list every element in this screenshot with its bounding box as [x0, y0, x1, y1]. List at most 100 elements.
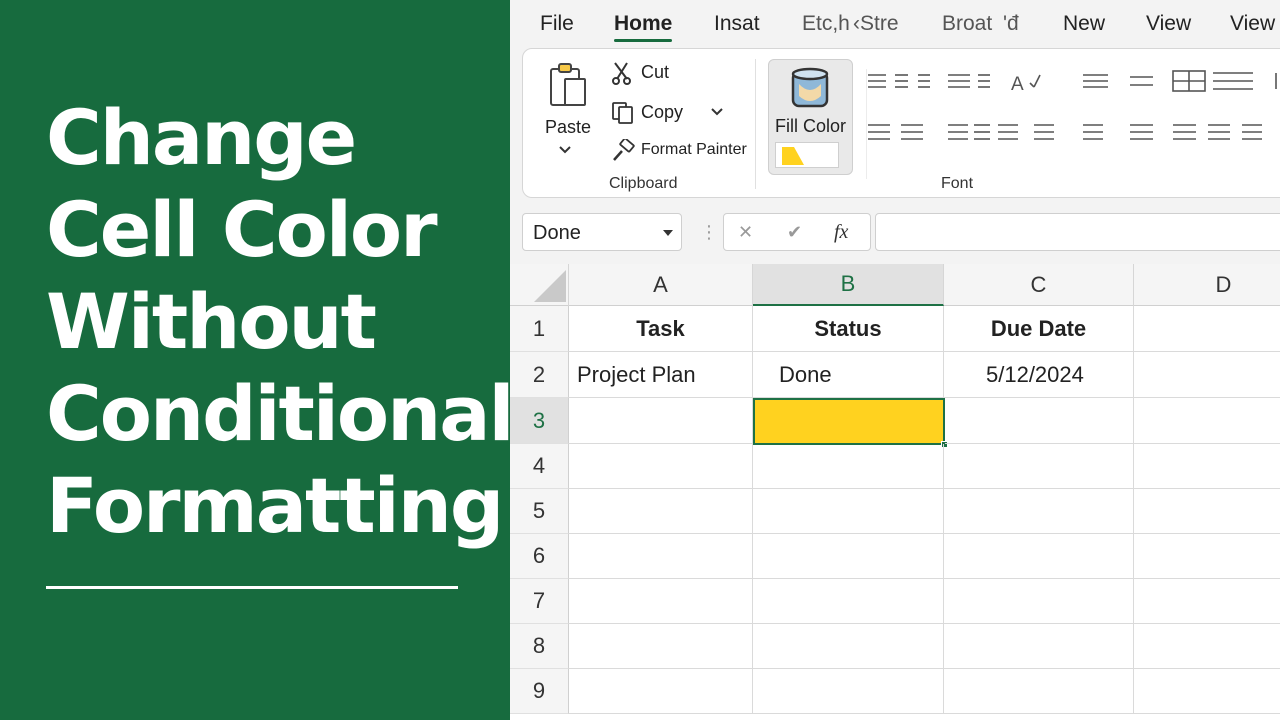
cell-d1[interactable] [1134, 306, 1280, 352]
decrease-indent-icon [974, 124, 990, 140]
row-header-1[interactable]: 1 [510, 306, 569, 352]
row-header-2[interactable]: 2 [510, 352, 569, 398]
cut-label: Cut [641, 62, 670, 82]
cell-c7[interactable] [944, 579, 1134, 624]
promo-panel: Change Cell Color Without Conditional Fo… [0, 0, 515, 720]
select-all-corner[interactable] [510, 264, 569, 306]
cell-d2[interactable] [1134, 352, 1280, 398]
cell-b8[interactable] [753, 624, 944, 669]
row-header-8[interactable]: 8 [510, 624, 569, 669]
menu-file[interactable]: File [540, 12, 574, 36]
column-header-d[interactable]: D [1134, 264, 1280, 306]
cell-b1[interactable]: Status [753, 306, 944, 352]
ribbon-separator [866, 69, 867, 179]
indent-icon [978, 74, 990, 88]
paint-bucket-icon [791, 67, 829, 108]
selected-cell-b3[interactable] [753, 398, 945, 445]
promo-title-line: Without [46, 277, 377, 366]
formula-bar-handle-icon[interactable]: ⋮ [700, 222, 718, 243]
font-group-label: Font [941, 175, 974, 192]
menu-view[interactable]: View [1146, 12, 1191, 36]
fill-color-button[interactable]: Fill Color [768, 59, 853, 175]
menu-sketch[interactable]: Etc,h [802, 12, 850, 36]
row-header-9[interactable]: 9 [510, 669, 569, 714]
cell-a7[interactable] [569, 579, 753, 624]
cell-c6[interactable] [944, 534, 1134, 579]
cell-c1[interactable]: Due Date [944, 306, 1134, 352]
fill-swatch-shape [782, 147, 804, 165]
row-header-4[interactable]: 4 [510, 444, 569, 489]
name-box[interactable]: Done [522, 213, 682, 251]
cell-c5[interactable] [944, 489, 1134, 534]
row-header-7[interactable]: 7 [510, 579, 569, 624]
row-header-5[interactable]: 5 [510, 489, 569, 534]
cell-c8[interactable] [944, 624, 1134, 669]
clipboard-group-label: Clipboard [609, 175, 678, 192]
enter-icon[interactable]: ✔ [787, 222, 802, 243]
align-bottom-icon [918, 74, 930, 88]
clipboard-icon [550, 63, 586, 106]
column-header-c[interactable]: C [944, 264, 1134, 306]
format-painter-button[interactable]: Format Painter [611, 137, 751, 165]
cell-c4[interactable] [944, 444, 1134, 489]
column-header-b[interactable]: B [753, 264, 944, 306]
chevron-down-icon [711, 108, 723, 116]
cell-a8[interactable] [569, 624, 753, 669]
cell-d9[interactable] [1134, 669, 1280, 714]
cell-a3[interactable] [569, 398, 753, 444]
worksheet-grid: A B C D 1 2 3 4 5 6 7 8 9 Task Status Du… [510, 264, 1280, 720]
menu-new[interactable]: New [1063, 12, 1105, 36]
cell-c3[interactable] [945, 398, 1134, 444]
distributed-icon [1083, 124, 1103, 140]
cell-a6[interactable] [569, 534, 753, 579]
cell-b4[interactable] [753, 444, 944, 489]
paintbrush-icon [613, 139, 635, 161]
cell-c2[interactable]: 5/12/2024 [944, 352, 1134, 398]
cell-a9[interactable] [569, 669, 753, 714]
promo-divider [46, 586, 458, 589]
cell-c9[interactable] [944, 669, 1134, 714]
align-center-icon-2 [1173, 124, 1196, 140]
copy-button[interactable]: Copy [611, 99, 731, 127]
promo-title-line: Cell Color [46, 185, 438, 274]
insert-function-icon[interactable]: fx [834, 221, 848, 244]
cell-a5[interactable] [569, 489, 753, 534]
copy-icon [612, 102, 633, 124]
menu-store[interactable]: ‹Stre [853, 12, 899, 36]
cell-b2[interactable]: Done [753, 352, 944, 398]
cell-b5[interactable] [753, 489, 944, 534]
list-icon [1083, 74, 1108, 88]
cell-a4[interactable] [569, 444, 753, 489]
row-header-6[interactable]: 6 [510, 534, 569, 579]
cell-d6[interactable] [1134, 534, 1280, 579]
paste-button[interactable]: Paste [533, 57, 603, 167]
cell-a2[interactable]: Project Plan [569, 352, 753, 398]
row-header-3[interactable]: 3 [510, 398, 569, 444]
column-header-a[interactable]: A [569, 264, 753, 306]
cell-b6[interactable] [753, 534, 944, 579]
cell-b9[interactable] [753, 669, 944, 714]
list-icon-2 [1130, 76, 1153, 86]
menu-extra[interactable]: 'đ [1003, 12, 1019, 36]
cell-d3[interactable] [1134, 398, 1280, 444]
wrap-text-icon [948, 74, 970, 88]
align-left-icon [868, 124, 890, 140]
cell-d4[interactable] [1134, 444, 1280, 489]
menu-home[interactable]: Home [614, 12, 673, 42]
menu-insert[interactable]: Insat [714, 12, 760, 36]
cut-button[interactable]: Cut [611, 59, 691, 87]
cell-a1[interactable]: Task [569, 306, 753, 352]
cell-d8[interactable] [1134, 624, 1280, 669]
formula-input[interactable] [875, 213, 1280, 251]
fill-color-swatch [775, 142, 839, 168]
cell-b7[interactable] [753, 579, 944, 624]
spreadsheet-app: File Home Insat Etc,h ‹Stre Broat 'đ New… [510, 0, 1280, 720]
cell-d7[interactable] [1134, 579, 1280, 624]
cell-d5[interactable] [1134, 489, 1280, 534]
font-format-grid: A [868, 70, 1277, 140]
menu-broat[interactable]: Broat [942, 12, 992, 36]
align-left-icon-2 [1130, 124, 1153, 140]
cancel-icon[interactable]: ✕ [738, 222, 753, 243]
menu-view-2[interactable]: View [1230, 12, 1275, 36]
promo-title-line: Conditional [46, 369, 515, 458]
